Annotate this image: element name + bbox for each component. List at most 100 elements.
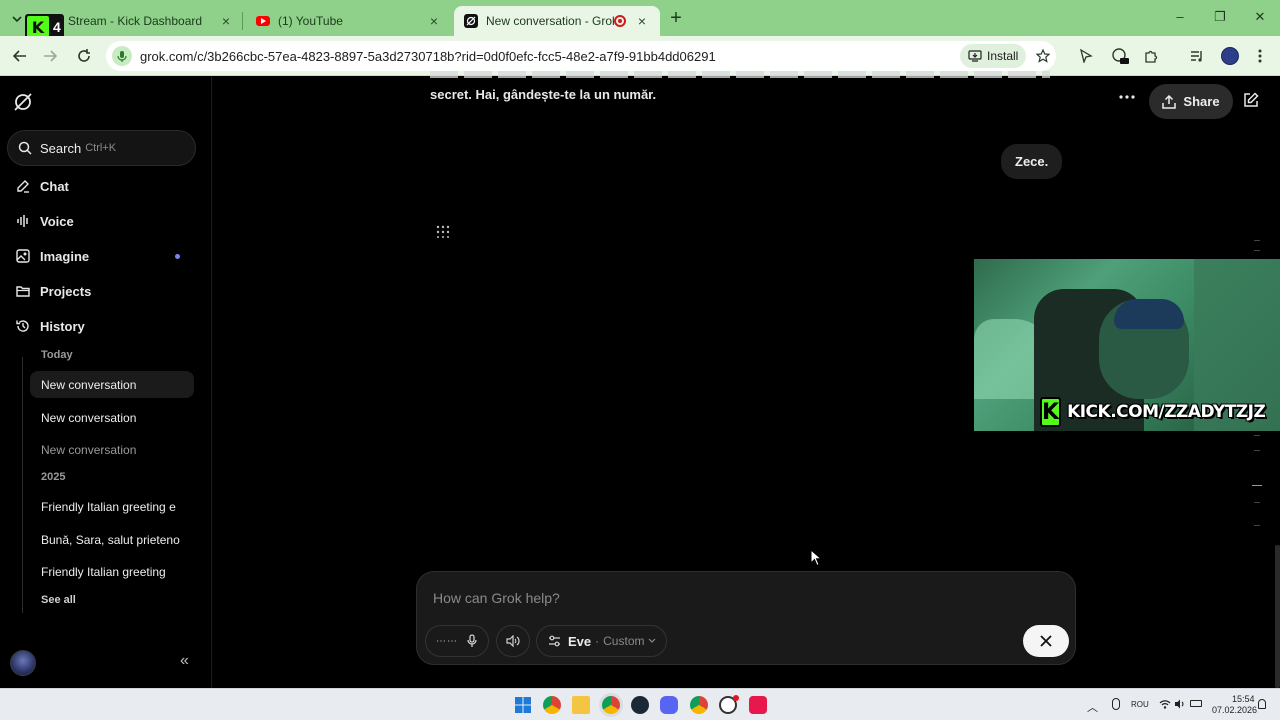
- tab-title: (1) YouTube: [278, 14, 343, 28]
- share-icon: [1162, 94, 1177, 109]
- discord-icon[interactable]: [660, 696, 678, 714]
- tab-title: Stream - Kick Dashboard: [68, 14, 203, 28]
- share-button[interactable]: Share: [1149, 84, 1233, 119]
- wifi-icon[interactable]: [1159, 698, 1171, 710]
- nav-label: Imagine: [40, 248, 90, 264]
- voice-separator: ·: [595, 634, 600, 648]
- extensions-button[interactable]: [1139, 44, 1163, 68]
- nav-history[interactable]: History: [14, 312, 85, 340]
- message-composer[interactable]: How can Grok help? ⋯⋯ Eve · Custom: [416, 571, 1076, 665]
- nav-projects[interactable]: Projects: [14, 277, 91, 305]
- history-item[interactable]: New conversation: [30, 404, 194, 431]
- battery-icon[interactable]: [1190, 700, 1202, 707]
- more-options-button[interactable]: [1119, 95, 1141, 109]
- tray-mic-icon[interactable]: [1112, 698, 1120, 710]
- reload-button[interactable]: [72, 44, 96, 68]
- voice-wave-icon: [14, 212, 32, 230]
- speaker-icon: [506, 635, 520, 647]
- history-tree-line: [22, 357, 23, 613]
- puzzle-icon: [1145, 50, 1158, 63]
- language-indicator[interactable]: ROU: [1131, 700, 1149, 709]
- collapse-sidebar-button[interactable]: «: [180, 652, 189, 670]
- nav-voice[interactable]: Voice: [14, 207, 74, 235]
- imagine-new-dot: [175, 254, 180, 259]
- scrollbar-thumb[interactable]: [1275, 545, 1280, 688]
- install-label: Install: [987, 49, 1019, 63]
- tab-close-button[interactable]: ×: [634, 13, 650, 29]
- tiktok-icon[interactable]: [749, 696, 767, 714]
- history-item[interactable]: New conversation: [30, 436, 194, 463]
- nav-imagine[interactable]: Imagine: [14, 242, 89, 270]
- see-all-link[interactable]: See all: [41, 594, 76, 606]
- browser-menu-button[interactable]: [1248, 44, 1272, 68]
- chevron-down-icon: [12, 16, 22, 23]
- tab-grok[interactable]: New conversation - Grok ×: [454, 6, 660, 36]
- tab-close-button[interactable]: ×: [426, 13, 442, 29]
- media-control-button[interactable]: [1185, 44, 1209, 68]
- user-avatar[interactable]: [10, 650, 36, 676]
- windows-start-icon[interactable]: [514, 696, 532, 714]
- kick-channel-url: KICK.COM/ZZADYTZJZ: [1067, 402, 1266, 422]
- bookmark-button[interactable]: [1031, 44, 1055, 68]
- notification-bell-icon[interactable]: [1258, 699, 1266, 709]
- share-label: Share: [1183, 94, 1220, 109]
- history-icon: [14, 317, 32, 335]
- composer-placeholder[interactable]: How can Grok help?: [433, 590, 560, 606]
- tray-chevron[interactable]: ︿: [1087, 699, 1098, 715]
- new-chat-button[interactable]: [1243, 92, 1263, 112]
- steam-icon[interactable]: [631, 696, 649, 714]
- tab-youtube[interactable]: (1) YouTube ×: [246, 6, 452, 36]
- history-item[interactable]: New conversation: [30, 371, 194, 398]
- chat-edit-icon: [14, 177, 32, 195]
- extension-ext-button[interactable]: [1108, 44, 1132, 68]
- chrome-profile-icon[interactable]: [690, 696, 708, 714]
- history-item[interactable]: Friendly Italian greeting e: [30, 493, 194, 520]
- windows-taskbar: ︿ ROU 15:54 07.02.2026: [0, 688, 1280, 720]
- browser-toolbar: grok.com/c/3b266cbc-57ea-4823-8897-5a3d2…: [0, 36, 1280, 76]
- address-bar[interactable]: grok.com/c/3b266cbc-57ea-4823-8897-5a3d2…: [106, 41, 1056, 71]
- nav-chat[interactable]: Chat: [14, 172, 69, 200]
- avatar: [1221, 47, 1239, 65]
- history-item[interactable]: Friendly Italian greeting: [30, 558, 194, 585]
- file-explorer-icon[interactable]: [572, 696, 590, 714]
- back-button[interactable]: [8, 44, 32, 68]
- speaker-button[interactable]: [496, 625, 530, 657]
- thinking-dots-icon: [436, 224, 452, 240]
- dictation-pill[interactable]: ⋯⋯: [425, 625, 489, 657]
- audio-level-icon: ⋯⋯: [436, 635, 458, 647]
- grok-favicon-icon: [464, 14, 478, 28]
- clock-date[interactable]: 07.02.2026: [1212, 705, 1257, 715]
- profile-button[interactable]: [1218, 44, 1242, 68]
- window-close-button[interactable]: ✕: [1250, 9, 1270, 25]
- restore-button[interactable]: ❐: [1210, 9, 1230, 25]
- grok-logo-icon[interactable]: [12, 91, 34, 113]
- new-tab-button[interactable]: +: [667, 7, 685, 29]
- voice-selector[interactable]: Eve · Custom: [536, 625, 667, 657]
- history-heading-today: Today: [41, 349, 73, 361]
- chrome-icon[interactable]: [543, 696, 561, 714]
- chrome-active-icon[interactable]: [602, 696, 620, 714]
- extension-send-button[interactable]: [1074, 44, 1098, 68]
- notification-dot: [733, 695, 739, 701]
- chevron-down-icon: [649, 638, 656, 643]
- url-text: grok.com/c/3b266cbc-57ea-4823-8897-5a3d2…: [140, 48, 716, 64]
- mouse-cursor-icon: [810, 549, 822, 567]
- volume-icon[interactable]: [1174, 698, 1186, 710]
- history-heading-2025: 2025: [41, 471, 66, 483]
- search-button[interactable]: Search Ctrl+K: [7, 130, 196, 166]
- tab-kick-dashboard[interactable]: Stream - Kick Dashboard ×: [36, 6, 244, 36]
- history-item[interactable]: Bună, Sara, salut prieteno: [30, 526, 194, 553]
- minimize-button[interactable]: –: [1170, 9, 1190, 24]
- site-info-icon[interactable]: [112, 46, 132, 66]
- sidebar: Search Ctrl+K Chat Voice Imagine Project…: [0, 77, 212, 688]
- tab-close-button[interactable]: ×: [218, 13, 234, 29]
- kick-logo-icon: K: [27, 16, 49, 38]
- folder-icon: [14, 282, 32, 300]
- tab-search-button[interactable]: [8, 10, 26, 28]
- microphone-icon: [467, 634, 477, 647]
- clock-time[interactable]: 15:54: [1232, 694, 1255, 704]
- kick-channel-banner: K KICK.COM/ZZADYTZJZ: [1040, 397, 1266, 427]
- install-app-button[interactable]: Install: [960, 44, 1027, 68]
- forward-button[interactable]: [38, 44, 62, 68]
- end-voice-button[interactable]: [1023, 625, 1069, 657]
